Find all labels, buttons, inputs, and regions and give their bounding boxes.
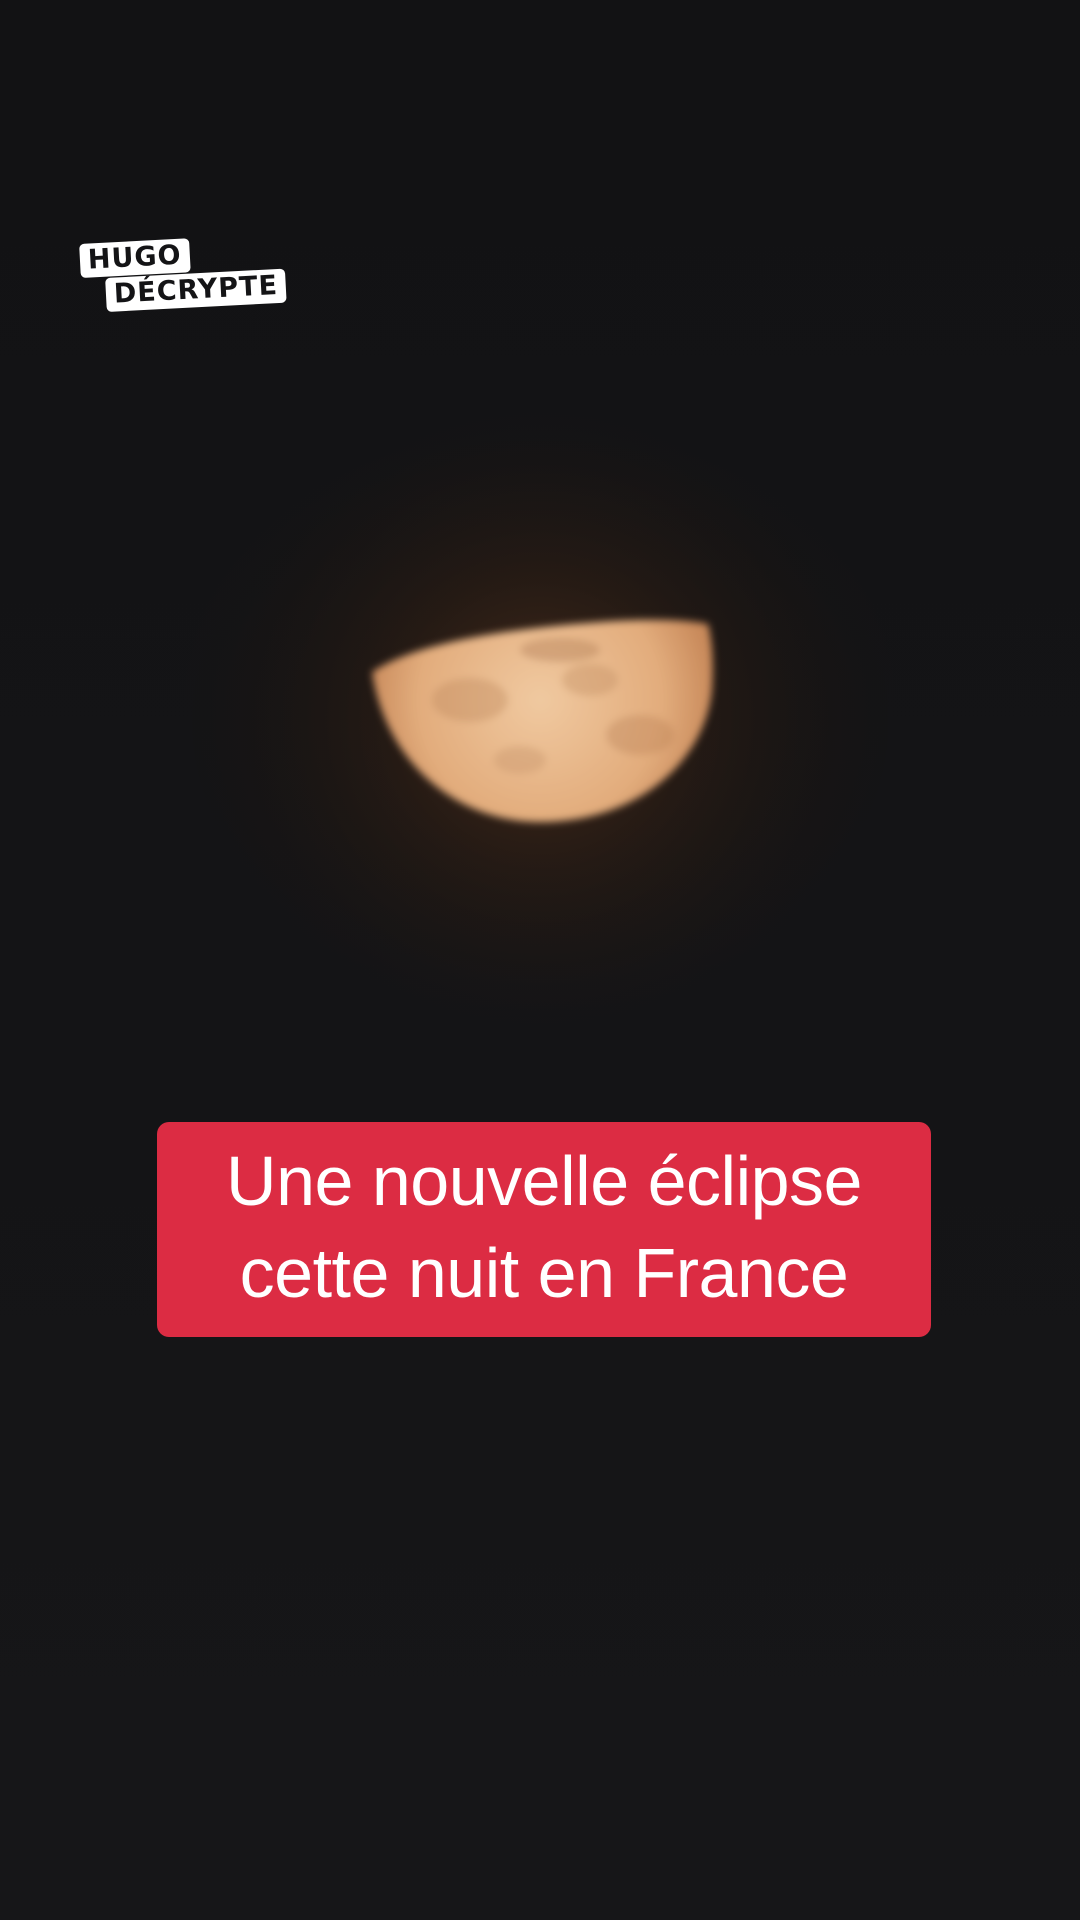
logo-line-1: HUGO — [79, 238, 191, 278]
caption-box: Une nouvelle éclipse cette nuit en Franc… — [157, 1122, 931, 1337]
caption-line-1: Une nouvelle éclipse — [226, 1141, 862, 1220]
caption-line-2: cette nuit en France — [239, 1233, 849, 1312]
hugo-decrypte-logo: HUGO DÉCRYPTE — [78, 238, 308, 316]
video-frame: HUGO DÉCRYPTE Une nouvelle éclipse cette… — [0, 0, 1080, 1920]
